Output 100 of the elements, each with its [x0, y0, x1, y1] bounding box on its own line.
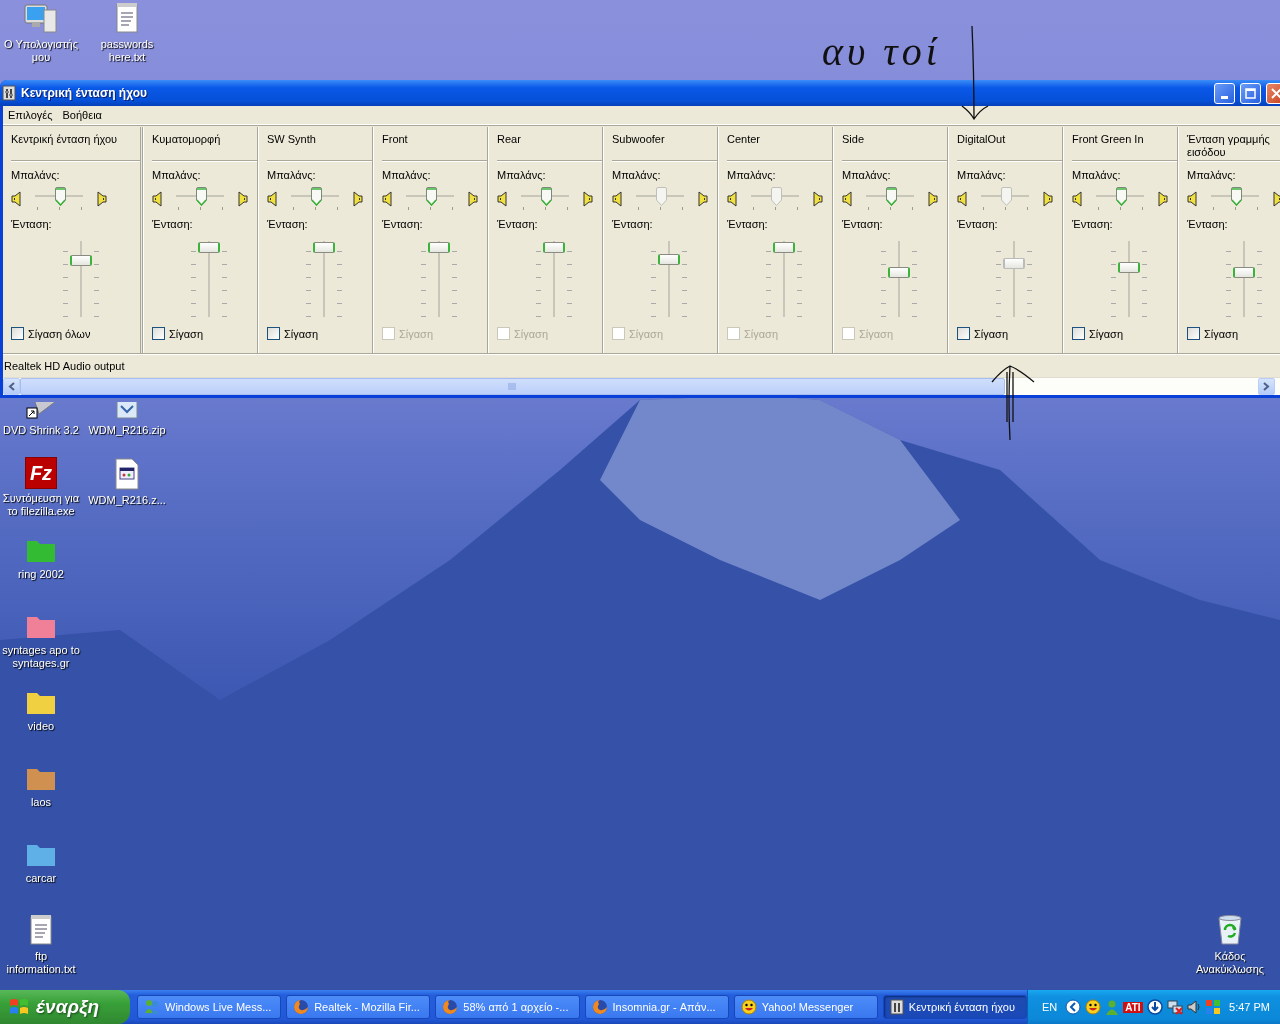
icon-label: ring 2002	[17, 568, 65, 581]
speaker-icon	[1072, 191, 1084, 207]
notepad-file-icon[interactable]	[28, 914, 54, 946]
speaker-icon	[811, 191, 823, 207]
speaker-icon	[581, 191, 593, 207]
balance-label: Μπαλάνς:	[152, 169, 202, 182]
maximize-icon	[1245, 87, 1256, 99]
maximize-button[interactable]	[1240, 82, 1261, 104]
taskbar-button[interactable]: 58% από 1 αρχείο -...	[435, 995, 580, 1019]
speaker-icon[interactable]	[1186, 999, 1201, 1015]
globe-icon	[591, 999, 608, 1015]
mute-checkbox[interactable]	[152, 327, 165, 340]
program-file-icon[interactable]	[113, 458, 141, 490]
scroll-right-button[interactable]	[1258, 378, 1275, 395]
slider-thumb[interactable]	[540, 187, 552, 206]
taskbar-button[interactable]: Windows Live Mess...	[137, 995, 282, 1019]
slider-thumb[interactable]	[1230, 187, 1242, 206]
slider-thumb[interactable]	[313, 242, 335, 254]
speaker-icon	[1156, 191, 1168, 207]
four-color-squares-icon[interactable]	[1204, 999, 1221, 1015]
globe-icon	[293, 999, 310, 1015]
mute-checkbox[interactable]	[267, 327, 280, 340]
channel-name: Ένταση γραμμής εισόδου	[1187, 133, 1280, 161]
network-error-icon[interactable]	[1166, 999, 1183, 1015]
taskbar-button[interactable]: Yahoo! Messenger	[733, 995, 878, 1019]
menu-item[interactable]: Βοήθεια	[57, 109, 107, 121]
speaker-icon	[1041, 191, 1053, 207]
speaker-icon	[11, 191, 23, 207]
grip-icon	[508, 383, 517, 390]
chevron-left-icon[interactable]	[1065, 999, 1082, 1015]
slider-thumb[interactable]	[54, 187, 66, 206]
balance-label: Μπαλάνς:	[267, 169, 317, 182]
slider-thumb[interactable]	[885, 187, 897, 206]
slider-thumb[interactable]	[195, 187, 207, 206]
mute-checkbox[interactable]	[1187, 327, 1200, 340]
icon-label: Κάδος Ανακύκλωσης	[1194, 950, 1266, 976]
speaker-icon	[382, 191, 394, 207]
balance-label: Μπαλάνς:	[1187, 169, 1237, 182]
mute-checkbox[interactable]	[1072, 327, 1085, 340]
windows-flag-icon	[8, 997, 30, 1017]
mute-label: Σίγαση	[744, 327, 778, 340]
slider-thumb[interactable]	[888, 266, 910, 278]
close-icon	[1271, 87, 1280, 99]
slider-thumb[interactable]	[428, 242, 450, 254]
speaker-icon	[957, 191, 969, 207]
start-button[interactable]: έναρξη	[0, 990, 130, 1024]
computer-icon[interactable]	[24, 2, 58, 34]
disc-shortcut-icon[interactable]	[25, 402, 57, 420]
ati-logo[interactable]: ATI	[1123, 1001, 1143, 1013]
minimize-button[interactable]	[1214, 82, 1235, 104]
archive-file-icon[interactable]	[113, 402, 141, 420]
balance-label: Μπαλάνς:	[1072, 169, 1122, 182]
mute-checkbox[interactable]	[957, 327, 970, 340]
recycle-bin-icon[interactable]	[1215, 914, 1245, 946]
mute-label: Σίγαση	[284, 327, 318, 340]
slider-thumb[interactable]	[1233, 267, 1255, 279]
globe-icon	[442, 999, 459, 1015]
mute-label: Σίγαση	[1204, 327, 1238, 340]
icon-label: passwords here.txt	[99, 38, 155, 64]
icon-label: WDM_R216.zip	[87, 424, 167, 437]
smiley-icon[interactable]	[1085, 999, 1102, 1015]
channel-name: Center	[727, 133, 832, 161]
speaker-icon	[1187, 191, 1199, 207]
scroll-left-button[interactable]	[3, 378, 20, 395]
notepad-file-icon[interactable]	[114, 2, 140, 34]
channel-name: DigitalOut	[957, 133, 1062, 161]
volume-label: Ένταση:	[267, 218, 309, 231]
mute-checkbox[interactable]	[11, 327, 24, 340]
taskbar-button[interactable]: Κεντρική ένταση ήχου	[882, 995, 1028, 1019]
balance-label: Μπαλάνς:	[957, 169, 1007, 182]
volume-label: Ένταση:	[1072, 218, 1114, 231]
volume-label: Ένταση:	[727, 218, 769, 231]
slider-thumb[interactable]	[658, 254, 680, 266]
volume-label: Ένταση:	[152, 218, 194, 231]
balance-label: Μπαλάνς:	[612, 169, 662, 182]
mute-label: Σίγαση	[514, 327, 548, 340]
balance-label: Μπαλάνς:	[497, 169, 547, 182]
filezilla-logo[interactable]: Fz	[26, 458, 56, 488]
slider-thumb[interactable]	[1118, 261, 1140, 273]
slider-thumb[interactable]	[1115, 187, 1127, 206]
icon-label: carcar	[24, 872, 58, 885]
people-icon	[144, 999, 160, 1015]
channel-name: Front	[382, 133, 487, 161]
slider-thumb[interactable]	[543, 242, 565, 254]
slider-thumb[interactable]	[773, 242, 795, 254]
mute-label: Σίγαση όλων	[28, 327, 91, 340]
slider-thumb[interactable]	[70, 254, 92, 266]
slider-thumb[interactable]	[198, 242, 220, 254]
horizontal-scrollbar[interactable]	[3, 377, 1280, 395]
slider-thumb[interactable]	[310, 187, 322, 206]
taskbar-button[interactable]: Insomnia.gr - Απάν...	[584, 995, 729, 1019]
speaker-icon	[926, 191, 938, 207]
language-indicator[interactable]: EN	[1042, 1001, 1058, 1013]
volume-label: Ένταση:	[612, 218, 654, 231]
speaker-icon	[95, 191, 107, 207]
slider-thumb[interactable]	[425, 187, 437, 206]
taskbar-button[interactable]: Realtek - Mozilla Fir...	[286, 995, 431, 1019]
mute-label: Σίγαση	[974, 327, 1008, 340]
menu-item[interactable]: Επιλογές	[3, 109, 58, 121]
scrollbar-thumb[interactable]	[20, 378, 1005, 395]
